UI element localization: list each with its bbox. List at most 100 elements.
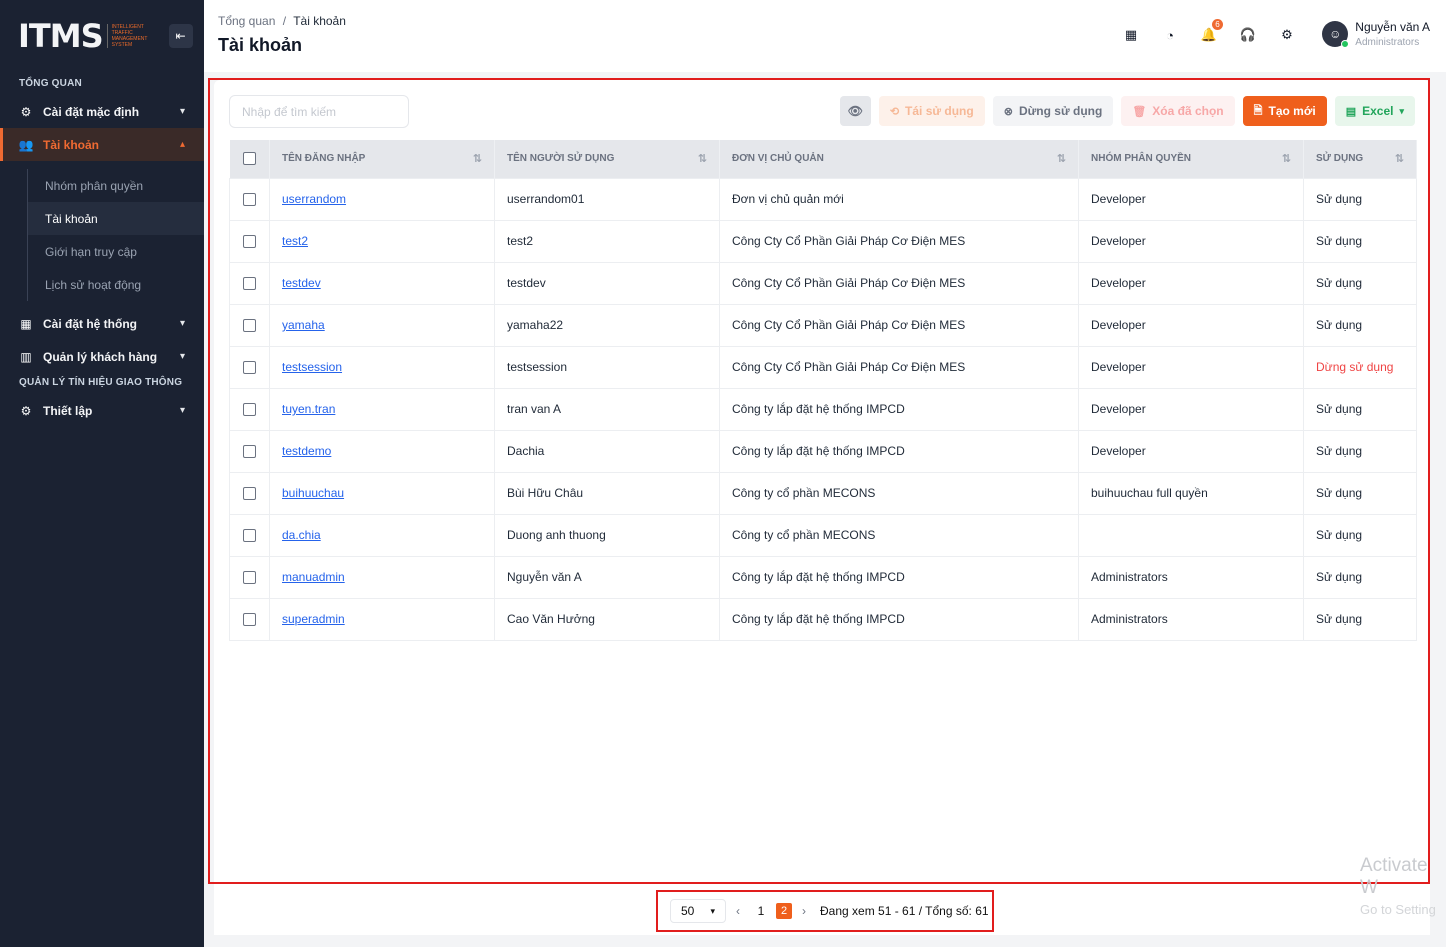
create-new-button[interactable]: 🗎 Tạo mới — [1242, 96, 1327, 126]
excel-export-button[interactable]: ▤ Excel ▾ — [1334, 96, 1415, 126]
status-cell: Sử dụng — [1303, 429, 1417, 473]
collapse-sidebar-icon[interactable]: ⇤ — [168, 24, 193, 48]
menu-setup[interactable]: ⚙ Thiết lập ▾ — [0, 394, 204, 427]
group-text: Administrators — [1091, 612, 1168, 626]
reuse-button[interactable]: ⟲ Tái sử dụng — [878, 96, 985, 126]
username-link[interactable]: superadmin — [282, 612, 345, 626]
dashboard-gauge-icon[interactable]: ◔ — [1161, 26, 1179, 44]
unit-cell: Công Cty Cổ Phần Giải Pháp Cơ Điện MES — [719, 261, 1079, 305]
menu-system-settings[interactable]: ▦ Cài đặt hệ thống ▾ — [0, 307, 204, 340]
sidebar-item-activity-history[interactable]: Lịch sử hoạt động — [28, 268, 204, 301]
next-page-icon[interactable]: › — [802, 904, 806, 918]
sidebar-item-accounts[interactable]: Tài khoản — [28, 202, 204, 235]
sort-icon[interactable]: ⇅ — [1057, 152, 1066, 165]
select-all-checkbox[interactable] — [242, 152, 256, 166]
status-cell: Sử dụng — [1303, 513, 1417, 557]
table-row[interactable]: tuyen.tran tran van A Công ty lắp đặt hệ t… — [229, 387, 1417, 431]
table-row[interactable]: yamaha yamaha22 Công Cty Cổ Phần Giải Pháp… — [229, 303, 1417, 347]
username-link[interactable]: test2 — [282, 234, 308, 248]
col-status[interactable]: SỬ DỤNG ⇅ — [1303, 140, 1417, 178]
table-row[interactable]: testdemo Dachia Công ty lắp đặt hệ thống I… — [229, 429, 1417, 473]
sidebar-item-permission-groups[interactable]: Nhóm phân quyền — [28, 169, 204, 202]
fullname-cell: tran van A — [494, 387, 720, 431]
row-checkbox[interactable] — [243, 361, 256, 375]
unit-cell: Đơn vị chủ quản mới — [719, 177, 1079, 221]
delete-selected-button[interactable]: 🗑 Xóa đã chọn — [1121, 96, 1235, 126]
sort-icon[interactable]: ⇅ — [1282, 152, 1291, 165]
headset-icon[interactable]: 🎧 — [1239, 26, 1257, 44]
user-menu[interactable]: ☺ Nguyễn văn A Administrators — [1322, 20, 1430, 48]
col-group[interactable]: NHÓM PHÂN QUYỀN ⇅ — [1078, 140, 1304, 178]
table-row[interactable]: test2 test2 Công Cty Cổ Phần Giải Pháp Cơ … — [229, 219, 1417, 263]
username-link[interactable]: yamaha — [282, 318, 325, 332]
menu-default-settings[interactable]: ⚙ Cài đặt mặc định ▾ — [0, 95, 204, 128]
fullname-text: userrandom01 — [507, 192, 585, 206]
username-link[interactable]: manuadmin — [282, 570, 345, 584]
row-checkbox[interactable] — [243, 193, 256, 207]
username-link[interactable]: testdev — [282, 276, 321, 290]
prev-page-icon[interactable]: ‹ — [736, 904, 740, 918]
unit-text: Công ty lắp đặt hệ thống IMPCD — [732, 570, 905, 584]
page-2-button[interactable]: 2 — [776, 903, 792, 919]
col-fullname-label: TÊN NGƯỜI SỬ DỤNG — [507, 153, 615, 165]
settings-icon[interactable]: ⚙ — [1278, 26, 1296, 44]
unit-cell: Công Cty Cổ Phần Giải Pháp Cơ Điện MES — [719, 303, 1079, 347]
username-link[interactable]: buihuuchau — [282, 486, 344, 500]
table-row[interactable]: da.chia Duong anh thuong Công ty cổ phần M… — [229, 513, 1417, 557]
row-checkbox[interactable] — [243, 277, 256, 291]
table-row[interactable]: manuadmin Nguyễn văn A Công ty lắp đặt hệ … — [229, 555, 1417, 599]
stop-using-button[interactable]: ⊗ Dừng sử dụng — [992, 96, 1114, 126]
row-checkbox[interactable] — [243, 403, 256, 417]
breadcrumb-current: Tài khoản — [293, 14, 346, 28]
sort-icon[interactable]: ⇅ — [698, 152, 707, 165]
sort-icon[interactable]: ⇅ — [473, 152, 482, 165]
row-checkbox[interactable] — [243, 571, 256, 585]
sort-icon[interactable]: ⇅ — [1395, 152, 1404, 165]
chevron-down-icon: ▾ — [179, 106, 185, 117]
page-size-select[interactable]: 50 ▾ — [670, 899, 726, 923]
status-cell: Sử dụng — [1303, 303, 1417, 347]
row-checkbox[interactable] — [243, 529, 256, 543]
menu-accounts[interactable]: 👥 Tài khoản ▴ — [0, 128, 204, 161]
table-row[interactable]: testsession testsession Công Cty Cổ Phần G… — [229, 345, 1417, 389]
sidebar-item-access-limits[interactable]: Giới hạn truy cập — [28, 235, 204, 268]
row-checkbox[interactable] — [243, 445, 256, 459]
breadcrumb-root[interactable]: Tổng quan — [218, 14, 275, 28]
unit-text: Công ty cổ phần MECONS — [732, 528, 876, 542]
row-checkbox[interactable] — [243, 319, 256, 333]
col-fullname[interactable]: TÊN NGƯỜI SỬ DỤNG ⇅ — [494, 140, 720, 178]
username-link[interactable]: testsession — [282, 360, 342, 374]
username-cell: yamaha — [269, 303, 495, 347]
apps-grid-icon[interactable]: ▦ — [1122, 26, 1140, 44]
search-input[interactable] — [229, 95, 409, 128]
username-link[interactable]: testdemo — [282, 444, 331, 458]
unit-cell: Công ty lắp đặt hệ thống IMPCD — [719, 429, 1079, 473]
bell-icon[interactable]: 🔔 6 — [1200, 19, 1223, 44]
row-checkbox[interactable] — [243, 235, 256, 249]
table-row[interactable]: userrandom userrandom01 Đơn vị chủ quản mớ… — [229, 177, 1417, 221]
fullname-text: testsession — [507, 360, 568, 374]
col-username[interactable]: TÊN ĐĂNG NHẬP ⇅ — [269, 140, 495, 178]
unit-text: Công ty lắp đặt hệ thống IMPCD — [732, 612, 905, 626]
notification-badge: 6 — [1212, 19, 1223, 30]
table-row[interactable]: testdev testdev Công Cty Cổ Phần Giải Pháp… — [229, 261, 1417, 305]
username-link[interactable]: userrandom — [282, 192, 346, 206]
status-text: Sử dụng — [1316, 444, 1363, 458]
table-row[interactable]: buihuuchau Bùi Hữu Châu Công ty cổ phần ME… — [229, 471, 1417, 515]
menu-customer-management[interactable]: ▥ Quản lý khách hàng ▾ — [0, 340, 204, 373]
table-row[interactable]: superadmin Cao Văn Hưởng Công ty lắp đặt h… — [229, 597, 1417, 641]
toggle-columns-button[interactable]: 👁 — [839, 96, 871, 126]
page-title: Tài khoản — [218, 35, 303, 55]
col-unit[interactable]: ĐƠN VỊ CHỦ QUẢN ⇅ — [719, 140, 1079, 178]
stop-label: Dừng sử dụng — [1018, 104, 1103, 118]
fullname-cell: testdev — [494, 261, 720, 305]
toolbar: 👁 ⟲ Tái sử dụng ⊗ Dừng sử dụng 🗑 Xóa đã chọ… — [229, 95, 1415, 128]
username-cell: testsession — [269, 345, 495, 389]
row-checkbox[interactable] — [243, 613, 256, 627]
username-link[interactable]: da.chia — [282, 528, 321, 542]
status-cell: Dừng sử dụng — [1303, 345, 1417, 389]
reuse-label: Tái sử dụng — [905, 104, 974, 118]
username-link[interactable]: tuyen.tran — [282, 402, 335, 416]
page-1-button[interactable]: 1 — [754, 904, 768, 918]
row-checkbox[interactable] — [243, 487, 256, 501]
